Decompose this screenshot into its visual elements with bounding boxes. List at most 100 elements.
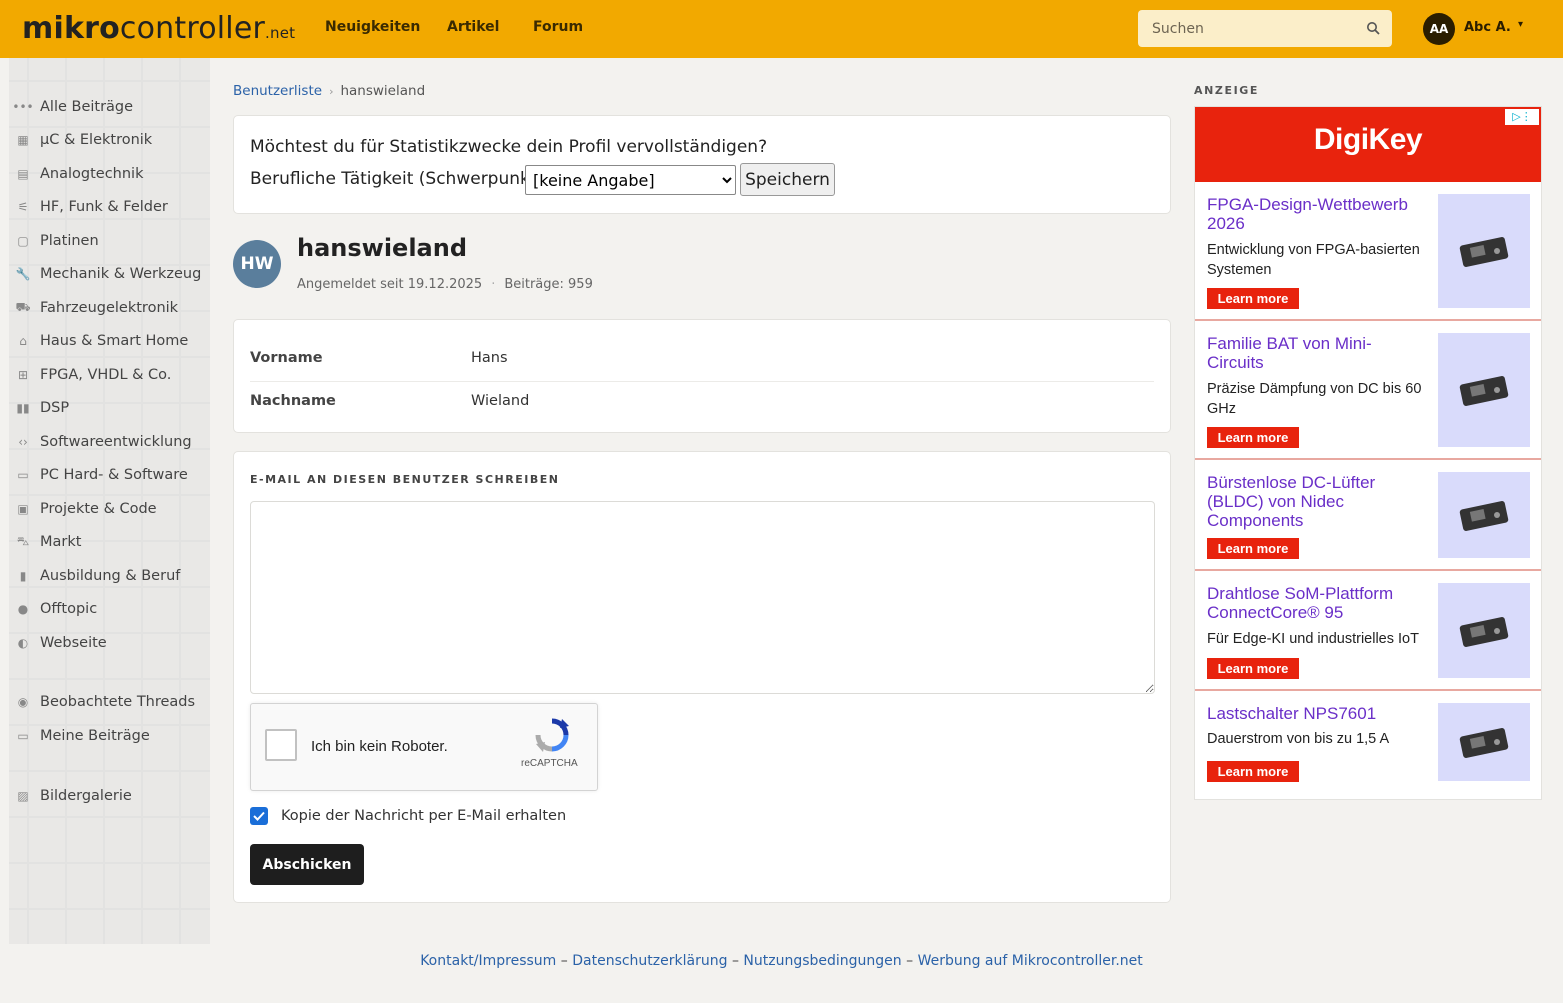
detail-value: Wieland — [471, 393, 530, 409]
ad-item[interactable]: Lastschalter NPS7601 Dauerstrom von bis z… — [1195, 691, 1541, 799]
sidebar-item-label: Fahrzeugelektronik — [40, 300, 179, 316]
footer-link-contact[interactable]: Kontakt/Impressum — [420, 953, 556, 969]
learn-more-button[interactable]: Learn more — [1207, 658, 1299, 679]
ad-item[interactable]: Bürstenlose DC-Lüfter (BLDC) von Nidec C… — [1195, 460, 1541, 571]
occupation-select[interactable]: [keine Angabe] — [525, 165, 736, 195]
ad-item-title[interactable]: Bürstenlose DC-Lüfter (BLDC) von Nidec C… — [1207, 473, 1425, 530]
sidebar-item-my-posts[interactable]: ▭ Meine Beiträge — [14, 728, 149, 744]
cart-icon: ⛍ — [16, 534, 30, 548]
ad-banner[interactable]: DigiKey ▷⋮ — [1195, 107, 1541, 182]
sidebar-item[interactable]: ⌂ Haus & Smart Home — [14, 333, 188, 349]
ad-item[interactable]: FPGA-Design-Wettbewerb 2026 Entwicklung v… — [1195, 182, 1541, 321]
ad-brand-logo: DigiKey — [1313, 123, 1423, 156]
footer-link-privacy[interactable]: Datenschutzerklärung — [572, 953, 727, 969]
search-input[interactable] — [1138, 10, 1358, 47]
sidebar-item[interactable]: ▢ Platinen — [14, 233, 98, 249]
sidebar-item[interactable]: ▦ µC & Elektronik — [14, 132, 152, 148]
profile-question: Möchtest du für Statistikzwecke dein Pro… — [250, 137, 768, 157]
recaptcha-icon — [535, 718, 569, 752]
checkmark-icon — [253, 811, 265, 821]
footer-link-advertising[interactable]: Werbung auf Mikrocontroller.net — [918, 953, 1143, 969]
learn-more-button[interactable]: Learn more — [1207, 761, 1299, 782]
sidebar-item[interactable]: ••• Alle Beiträge — [12, 99, 134, 115]
sidebar-item-label: Bildergalerie — [40, 788, 132, 804]
sidebar-item[interactable]: ▤ Analogtechnik — [14, 166, 143, 182]
sidebar-item[interactable]: ▮ Ausbildung & Beruf — [14, 568, 181, 584]
sidebar-item[interactable]: ⚟ HF, Funk & Felder — [14, 199, 168, 215]
sidebar-item[interactable]: 🔧 Mechanik & Werkzeug — [14, 266, 202, 282]
sidebar-item[interactable]: ⊞ FPGA, VHDL & Co. — [14, 367, 171, 383]
sidebar-item[interactable]: ⛍ Markt — [14, 534, 82, 550]
save-button[interactable]: Speichern — [740, 163, 835, 196]
sidebar-item[interactable]: ● Offtopic — [14, 601, 97, 617]
recaptcha-checkbox[interactable] — [265, 729, 297, 761]
sidebar-item-label: Softwareentwicklung — [40, 434, 192, 450]
user-avatar[interactable]: AA — [1423, 13, 1455, 45]
ad-item[interactable]: Familie BAT von Mini-Circuits Präzise Däm… — [1195, 321, 1541, 460]
sidebar-item-gallery[interactable]: ▨ Bildergalerie — [14, 788, 132, 804]
copy-label[interactable]: Kopie der Nachricht per E-Mail erhalten — [281, 808, 566, 824]
attenuator-chip-icon[interactable] — [1438, 333, 1530, 447]
sidebar-item[interactable]: ⛟ Fahrzeugelektronik — [14, 300, 178, 316]
nav-neuigkeiten[interactable]: Neuigkeiten — [325, 19, 420, 35]
sidebar-item-watched[interactable]: ◉ Beobachtete Threads — [14, 694, 195, 710]
breadcrumb-current: hanswieland — [340, 83, 426, 99]
laptop-icon: ▭ — [17, 468, 29, 482]
sidebar-item[interactable]: ◐ Webseite — [14, 635, 107, 651]
message-textarea[interactable] — [250, 501, 1155, 694]
top-bar: mikrocontroller.net Neuigkeiten Artikel … — [0, 0, 1563, 58]
waveform-icon: ▮▮ — [16, 401, 30, 415]
sidebar-item-label: Beobachtete Threads — [40, 694, 196, 710]
profile-completion-card: Möchtest du für Statistikzwecke dein Pro… — [233, 115, 1171, 214]
footer-link-terms[interactable]: Nutzungsbedingungen — [743, 953, 901, 969]
breadcrumb-separator-icon: › — [329, 85, 334, 98]
chat-icon: ● — [17, 602, 29, 616]
ad-item-title[interactable]: Familie BAT von Mini-Circuits — [1207, 334, 1425, 372]
ad-item[interactable]: Drahtlose SoM-Plattform ConnectCore® 95 F… — [1195, 571, 1541, 691]
fpga-icon: ⊞ — [17, 368, 29, 382]
ad-item-description: Für Edge-KI und industrielles IoT — [1207, 631, 1419, 647]
ad-item-title[interactable]: Drahtlose SoM-Plattform ConnectCore® 95 — [1207, 584, 1425, 622]
nav-forum[interactable]: Forum — [533, 19, 583, 35]
post-count: Beiträge: 959 — [504, 277, 593, 292]
recaptcha-widget: Ich bin kein Roboter. reCAPTCHA — [250, 703, 598, 791]
ad-choices-icon[interactable]: ▷⋮ — [1505, 109, 1539, 125]
sidebar-item[interactable]: ‹› Softwareentwicklung — [14, 434, 192, 450]
load-switch-icon[interactable] — [1438, 703, 1530, 781]
wrench-icon: 🔧 — [15, 267, 31, 281]
submit-button[interactable]: Abschicken — [250, 844, 364, 885]
learn-more-button[interactable]: Learn more — [1207, 427, 1299, 448]
house-icon: ⌂ — [19, 334, 27, 348]
email-form-card: E-MAIL AN DIESEN BENUTZER SCHREIBEN Ich … — [233, 451, 1171, 903]
ad-item-title[interactable]: Lastschalter NPS7601 — [1207, 704, 1425, 723]
recaptcha-label: Ich bin kein Roboter. — [311, 738, 448, 755]
fpga-board-icon[interactable] — [1438, 194, 1530, 308]
profile-avatar: HW — [233, 240, 281, 288]
copy-checkbox[interactable] — [250, 807, 268, 825]
footer-separator: – — [731, 953, 739, 969]
fan-icon[interactable] — [1438, 472, 1530, 558]
ad-item-description: Dauerstrom von bis zu 1,5 A — [1207, 731, 1390, 747]
chevron-down-icon[interactable]: ▾ — [1518, 19, 1523, 30]
search-box — [1138, 10, 1392, 47]
sidebar-item[interactable]: ▣ Projekte & Code — [14, 501, 156, 517]
sidebar-item-label: µC & Elektronik — [40, 132, 153, 148]
user-menu-name[interactable]: Abc A. — [1464, 20, 1511, 35]
dots-icon: ••• — [12, 100, 34, 114]
footer: Kontakt/Impressum – Datenschutzerklärung… — [0, 953, 1563, 969]
som-module-icon[interactable] — [1438, 583, 1530, 678]
nav-artikel[interactable]: Artikel — [447, 19, 499, 35]
code-icon: ‹› — [18, 435, 28, 449]
site-logo[interactable]: mikrocontroller.net — [22, 11, 295, 46]
analog-icon: ▤ — [17, 167, 29, 181]
sidebar-item[interactable]: ▭ PC Hard- & Software — [14, 467, 188, 483]
sidebar-item-label: Alle Beiträge — [40, 99, 134, 115]
search-icon[interactable] — [1366, 21, 1380, 35]
ad-item-title[interactable]: FPGA-Design-Wettbewerb 2026 — [1207, 195, 1425, 233]
learn-more-button[interactable]: Learn more — [1207, 538, 1299, 559]
learn-more-button[interactable]: Learn more — [1207, 288, 1299, 309]
sidebar-item[interactable]: ▮▮ DSP — [14, 400, 69, 416]
sidebar-item-label: FPGA, VHDL & Co. — [40, 367, 172, 383]
breadcrumb-userlist[interactable]: Benutzerliste — [233, 83, 322, 99]
ad-label: ANZEIGE — [1194, 84, 1260, 97]
